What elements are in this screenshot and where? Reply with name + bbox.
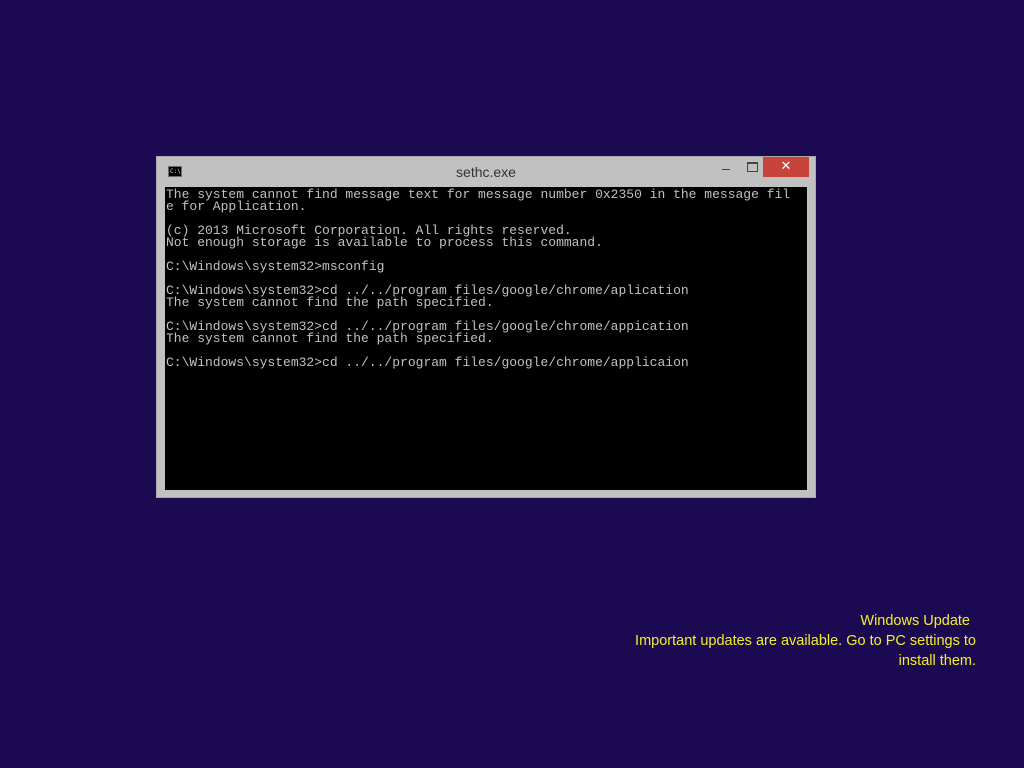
console-line: The system cannot find the path specifie… bbox=[166, 295, 494, 310]
close-icon: ✕ bbox=[780, 159, 792, 174]
console-line: The system cannot find the path specifie… bbox=[166, 331, 494, 346]
console-output[interactable]: The system cannot find message text for … bbox=[165, 187, 807, 490]
notification-message-line: install them. bbox=[898, 653, 976, 669]
windows-update-notification[interactable]: Windows Update Important updates are ava… bbox=[576, 611, 976, 671]
console-line: C:\Windows\system32>msconfig bbox=[166, 259, 385, 274]
minimize-icon bbox=[722, 169, 730, 170]
title-bar[interactable]: C:\ sethc.exe ✕ bbox=[157, 157, 815, 187]
console-line: e for Application. bbox=[166, 199, 307, 214]
command-prompt-window[interactable]: C:\ sethc.exe ✕ The system cannot find m… bbox=[156, 156, 816, 498]
notification-message-line: Important updates are available. Go to P… bbox=[635, 633, 976, 649]
console-line: C:\Windows\system32>cd ../../program fil… bbox=[166, 355, 689, 370]
maximize-button[interactable] bbox=[739, 157, 765, 177]
close-button[interactable]: ✕ bbox=[763, 157, 809, 177]
maximize-icon bbox=[747, 162, 758, 172]
minimize-button[interactable] bbox=[713, 157, 739, 177]
console-line: Not enough storage is available to proce… bbox=[166, 235, 603, 250]
notification-title: Windows Update bbox=[860, 613, 970, 629]
